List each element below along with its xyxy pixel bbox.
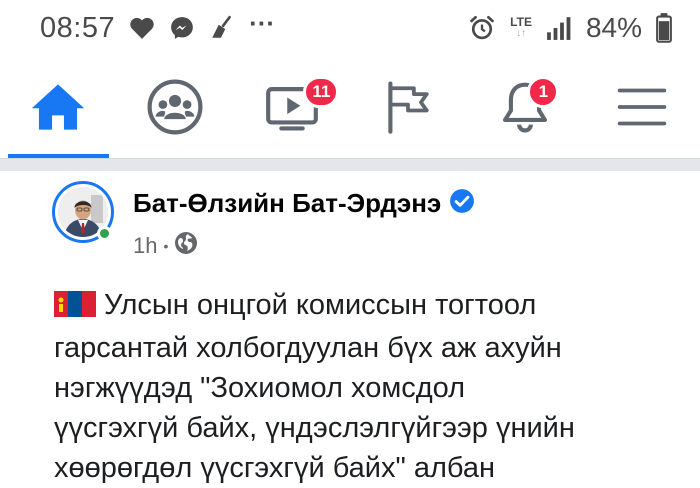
post-line: хөөрөгдөл үүсгэхгүй байх" албан — [54, 452, 495, 484]
clock: 08:57 — [40, 11, 116, 44]
online-indicator — [97, 226, 112, 241]
status-right: LTE ↓↑ 84% — [468, 12, 672, 44]
flag-icon — [384, 80, 432, 139]
author-block: Бат-Өлзийн Бат-Эрдэнэ 1h • — [133, 188, 475, 261]
messenger-icon — [169, 15, 195, 41]
broom-icon — [209, 15, 235, 41]
tab-bar: 11 1 — [0, 60, 700, 158]
post-text: Улсын онцгой комиссын тогтоол гарсантай … — [54, 285, 694, 488]
lte-icon: LTE ↓↑ — [510, 15, 532, 39]
status-bar: 08:57 ··· LTE ↓↑ 84% — [0, 0, 700, 56]
more-icon: ··· — [249, 8, 276, 38]
author-row: Бат-Өлзийн Бат-Эрдэнэ — [133, 188, 475, 219]
status-left: 08:57 ··· — [40, 8, 276, 45]
groups-icon — [146, 78, 204, 141]
battery-icon — [656, 13, 672, 43]
meta-separator: • — [163, 238, 169, 254]
post-line-text: Улсын онцгой комиссын тогтоол — [104, 289, 537, 321]
tab-home[interactable] — [0, 60, 117, 158]
globe-icon — [174, 231, 198, 261]
post-line: Улсын онцгой комиссын тогтоол — [54, 285, 694, 328]
menu-icon — [617, 87, 667, 132]
tab-notifications[interactable]: 1 — [467, 60, 584, 158]
post-line: нэгжүүдэд "Зохиомол хомсдол — [54, 372, 466, 404]
data-arrows-icon: ↓↑ — [516, 28, 527, 39]
signal-icon — [546, 16, 572, 40]
post-meta: 1h • — [133, 231, 475, 261]
feed-separator — [0, 159, 700, 171]
battery-percent: 84% — [585, 12, 642, 43]
post-card: Бат-Өлзийн Бат-Эрдэнэ 1h • Улсын онцгой … — [0, 171, 700, 484]
home-icon — [29, 82, 87, 137]
post-time[interactable]: 1h — [133, 233, 157, 259]
mongolia-flag-icon — [54, 288, 96, 328]
avatar[interactable] — [52, 181, 114, 243]
heart-icon — [129, 16, 155, 40]
tab-watch[interactable]: 11 — [233, 60, 350, 158]
post-header: Бат-Өлзийн Бат-Эрдэнэ 1h • — [52, 181, 475, 261]
post-line: гарсантай холбогдуулан бүх аж ахуйн — [54, 332, 562, 364]
author-name[interactable]: Бат-Өлзийн Бат-Эрдэнэ — [133, 188, 441, 219]
alarm-icon — [468, 14, 496, 42]
verified-badge-icon — [449, 188, 475, 219]
tab-groups[interactable] — [117, 60, 234, 158]
post-line: үүсгэхгүй байх, үндэслэлгүйгээр үнийн — [54, 412, 575, 444]
watch-badge: 11 — [303, 76, 340, 108]
tab-pages[interactable] — [350, 60, 467, 158]
network-label: LTE — [510, 15, 532, 29]
notifications-badge: 1 — [527, 76, 560, 108]
tab-menu[interactable] — [583, 60, 700, 158]
